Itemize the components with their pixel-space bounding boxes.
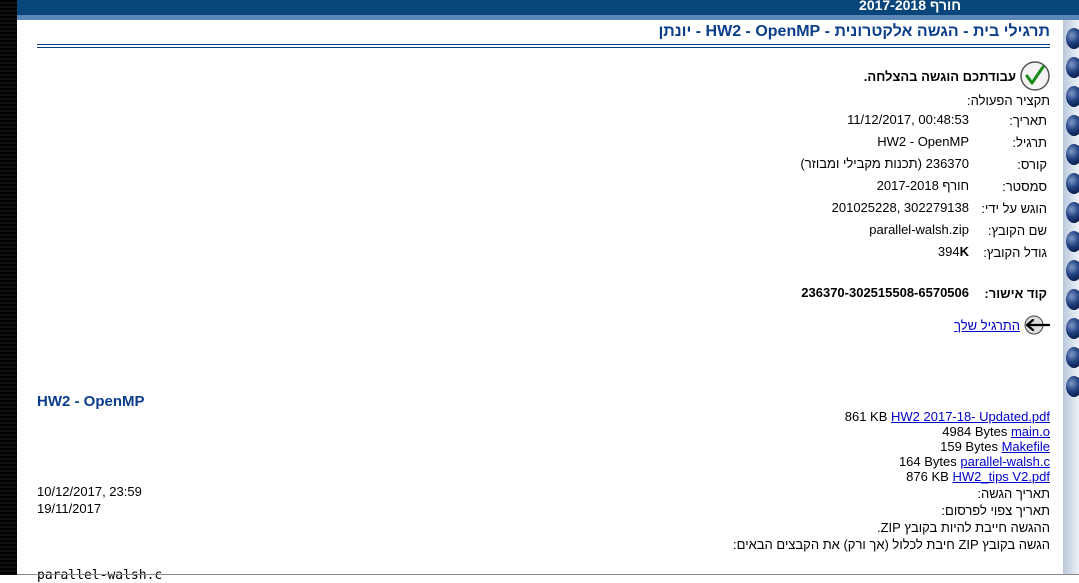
file-row: 159 Bytes Makefile bbox=[845, 439, 1050, 454]
detail-value: 236370 (תכנות מקבילי ומבוזר) bbox=[800, 156, 969, 171]
file-size: 861 KB bbox=[844, 409, 888, 424]
detail-label: הוגש על ידי: bbox=[981, 201, 1047, 216]
approval-label: קוד אישור: bbox=[984, 286, 1047, 301]
file-link[interactable]: HW2_tips V2.pdf bbox=[952, 469, 1050, 484]
back-arrow-icon[interactable] bbox=[1022, 315, 1050, 335]
left-side-bar bbox=[0, 0, 17, 575]
detail-row-approval: 236370-302515508-6570506 קוד אישור: bbox=[800, 285, 1050, 307]
detail-row-filename: parallel-walsh.zip שם הקובץ: bbox=[800, 222, 1050, 244]
nav-ball-icon[interactable] bbox=[1066, 202, 1079, 223]
file-row: 861 KB HW2 2017-18- Updated.pdf bbox=[845, 409, 1050, 424]
file-size: 4984 Bytes bbox=[942, 424, 1008, 439]
file-size: 159 Bytes bbox=[940, 439, 998, 454]
nav-ball-icon[interactable] bbox=[1066, 231, 1079, 252]
filesize-unit: K bbox=[959, 244, 969, 259]
nav-ball-icon[interactable] bbox=[1066, 28, 1079, 49]
detail-value: parallel-walsh.zip bbox=[869, 222, 969, 237]
detail-label: תרגיל: bbox=[1012, 135, 1047, 150]
detail-value: 11/12/2017, 00:48:53 bbox=[847, 112, 969, 127]
approval-code: 236370-302515508-6570506 bbox=[801, 285, 969, 300]
publish-date-label: תאריך צפוי לפרסום: bbox=[941, 503, 1050, 518]
title-divider bbox=[37, 44, 1050, 45]
detail-row-date: 11/12/2017, 00:48:53 תאריך: bbox=[800, 112, 1050, 134]
title-divider bbox=[37, 47, 1050, 48]
detail-row-filesize: 394K גודל הקובץ: bbox=[800, 244, 1050, 266]
detail-label: סמסטר: bbox=[1002, 179, 1047, 194]
submission-details-table: 11/12/2017, 00:48:53 תאריך: HW2 - OpenMP… bbox=[800, 112, 1050, 307]
file-size: 164 Bytes bbox=[898, 454, 957, 469]
success-message: עבודתכם הוגשה בהצלחה. bbox=[863, 68, 1016, 84]
assignment-files-list: 861 KB HW2 2017-18- Updated.pdf 4984 Byt… bbox=[845, 409, 1050, 484]
page-title: תרגילי בית - הגשה אלקטרונית - HW2 - Open… bbox=[658, 23, 1050, 40]
detail-row-submitted-by: 201025228, 302279138 הוגש על ידי: bbox=[800, 200, 1050, 222]
file-link[interactable]: parallel-walsh.c bbox=[960, 454, 1050, 469]
nav-ball-icon[interactable] bbox=[1066, 86, 1079, 107]
your-exercise-link[interactable]: התרגיל שלך bbox=[954, 315, 1050, 335]
publish-date-value: 19/11/2017 bbox=[37, 501, 102, 516]
detail-row-semester: חורף 2017-2018 סמסטר: bbox=[800, 178, 1050, 200]
file-row: 164 Bytes parallel-walsh.c bbox=[845, 454, 1050, 469]
nav-ball-icon[interactable] bbox=[1066, 318, 1079, 339]
detail-label: שם הקובץ: bbox=[987, 223, 1047, 238]
detail-value: חורף 2017-2018 bbox=[876, 178, 969, 193]
file-row: 876 KB HW2_tips V2.pdf bbox=[845, 469, 1050, 484]
nav-ball-icon[interactable] bbox=[1066, 376, 1079, 397]
assignment-title: HW2 - OpenMP bbox=[37, 393, 145, 410]
due-date-value: 10/12/2017, 23:59 bbox=[37, 484, 142, 499]
detail-label: קורס: bbox=[1017, 157, 1047, 172]
nav-ball-icon[interactable] bbox=[1066, 173, 1079, 194]
required-file-name: parallel-walsh.c bbox=[37, 568, 163, 583]
nav-ball-icon[interactable] bbox=[1066, 289, 1079, 310]
detail-value: 394K bbox=[800, 244, 972, 266]
nav-ball-icon[interactable] bbox=[1066, 57, 1079, 78]
right-nav-rail bbox=[1063, 20, 1079, 575]
file-row: 4984 Bytes main.o bbox=[845, 424, 1050, 439]
detail-label: גודל הקובץ: bbox=[983, 245, 1047, 260]
detail-value: 201025228, 302279138 bbox=[831, 200, 969, 215]
detail-row-course: 236370 (תכנות מקבילי ומבוזר) קורס: bbox=[800, 156, 1050, 178]
header-stripe bbox=[17, 15, 1079, 20]
file-link[interactable]: Makefile bbox=[1002, 439, 1050, 454]
top-header-band: חורף 2017-2018 bbox=[17, 0, 1079, 15]
zip-contents-note: הגשה בקובץ ZIP חיבת לכלול (אך ורק) את הק… bbox=[733, 537, 1050, 552]
due-date-label: תאריך הגשה: bbox=[977, 486, 1050, 501]
filesize-number: 394 bbox=[937, 244, 960, 259]
semester-header: חורף 2017-2018 bbox=[859, 0, 961, 13]
file-link[interactable]: HW2 2017-18- Updated.pdf bbox=[891, 409, 1050, 424]
nav-ball-icon[interactable] bbox=[1066, 144, 1079, 165]
file-link[interactable]: main.o bbox=[1011, 424, 1050, 439]
detail-label: תאריך: bbox=[1009, 113, 1047, 128]
file-size: 876 KB bbox=[906, 469, 949, 484]
summary-title: תקציר הפעולה: bbox=[967, 93, 1050, 108]
detail-value: HW2 - OpenMP bbox=[877, 134, 969, 149]
check-icon bbox=[1020, 61, 1050, 91]
your-exercise-link-text[interactable]: התרגיל שלך bbox=[954, 318, 1020, 333]
success-banner: עבודתכם הוגשה בהצלחה. bbox=[864, 60, 1050, 92]
nav-ball-icon[interactable] bbox=[1066, 347, 1079, 368]
detail-row-exercise: HW2 - OpenMP תרגיל: bbox=[800, 134, 1050, 156]
nav-ball-icon[interactable] bbox=[1066, 115, 1079, 136]
zip-note: ההגשה חייבת להיות בקובץ ZIP. bbox=[876, 520, 1050, 535]
nav-ball-icon[interactable] bbox=[1066, 260, 1079, 281]
